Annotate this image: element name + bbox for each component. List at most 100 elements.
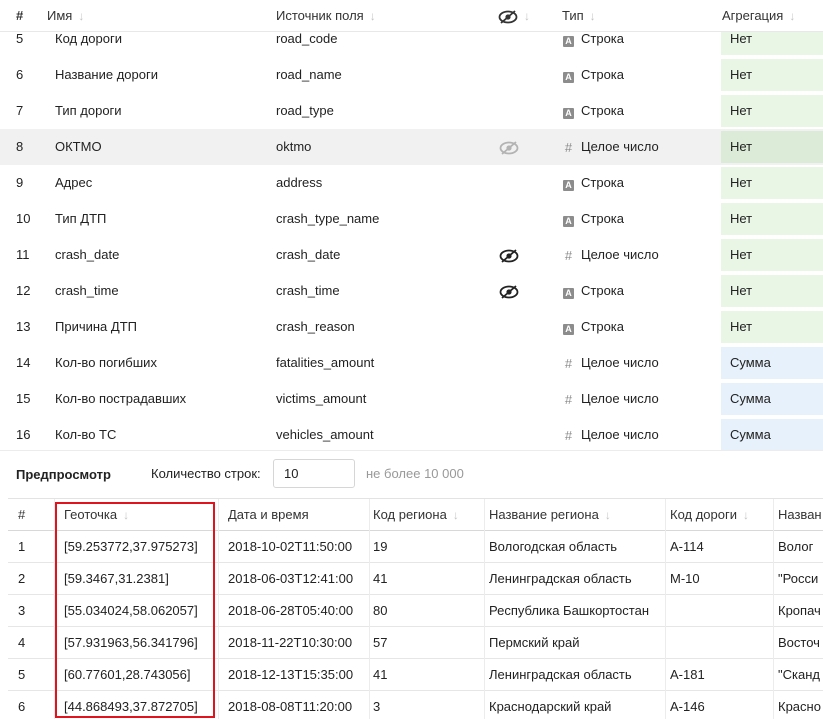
field-type[interactable]: A Строка	[563, 93, 713, 129]
preview-header-cell: #	[18, 499, 48, 531]
preview-cell: [44.868493,37.872705]	[64, 699, 198, 714]
field-aggregation-select[interactable]: Нет	[721, 59, 823, 91]
field-type[interactable]: # Целое число	[563, 129, 713, 165]
sort-arrow-icon: ↓	[123, 508, 130, 522]
preview-cell: 2018-12-13T15:35:00	[228, 667, 354, 682]
field-aggregation-select[interactable]: Сумма	[721, 419, 823, 450]
header-num: #	[16, 8, 24, 23]
field-aggregation-select[interactable]: Сумма	[721, 383, 823, 415]
preview-header-cell[interactable]: Геоточка ↓	[64, 499, 214, 531]
field-source: crash_time	[276, 283, 340, 298]
field-aggregation-select[interactable]: Нет	[721, 275, 823, 307]
integer-icon: #	[564, 392, 573, 407]
field-source: victims_amount	[276, 391, 367, 406]
field-type[interactable]: # Целое число	[563, 237, 713, 273]
field-name[interactable]: Тип ДТП	[55, 201, 265, 237]
field-visibility-toggle[interactable]	[499, 129, 521, 165]
header-type[interactable]: Тип ↓	[562, 0, 596, 32]
preview-header-cell: Дата и время	[228, 499, 368, 531]
field-visibility-toggle[interactable]	[499, 309, 521, 345]
column-divider	[484, 499, 485, 719]
field-type[interactable]: # Целое число	[563, 345, 713, 381]
field-type[interactable]: A Строка	[563, 57, 713, 93]
field-visibility-toggle[interactable]	[499, 93, 521, 129]
preview-cell: 2018-11-22T10:30:00	[228, 635, 353, 650]
integer-icon: #	[564, 248, 573, 263]
rows-count-input[interactable]	[273, 459, 355, 488]
field-row[interactable]: 16 Кол-во ТС vehicles_amount # Целое число Су…	[0, 417, 823, 450]
field-type-label: Целое число	[581, 355, 659, 370]
eye-crossed-icon	[499, 140, 519, 155]
eye-crossed-icon	[499, 284, 519, 299]
field-visibility-toggle[interactable]	[499, 201, 521, 237]
field-row[interactable]: 8 ОКТМО oktmo # Целое число Нет	[0, 129, 823, 165]
field-name[interactable]: Название дороги	[55, 57, 265, 93]
field-visibility-toggle[interactable]	[499, 165, 521, 201]
field-name[interactable]: Причина ДТП	[55, 309, 265, 345]
field-name[interactable]: crash_date	[55, 237, 265, 273]
field-type[interactable]: # Целое число	[563, 381, 713, 417]
field-type[interactable]: A Строка	[563, 309, 713, 345]
preview-header-cell[interactable]: Название региона ↓	[489, 499, 664, 531]
field-name[interactable]: Тип дороги	[55, 93, 265, 129]
field-visibility-toggle[interactable]	[499, 57, 521, 93]
field-name[interactable]: ОКТМО	[55, 129, 265, 165]
field-row[interactable]: 11 crash_date crash_date # Целое число Нет	[0, 237, 823, 273]
preview-header-label: Назван	[778, 507, 822, 522]
integer-icon: #	[564, 428, 573, 443]
field-type[interactable]: A Строка	[563, 273, 713, 309]
header-aggregation[interactable]: Агрегация ↓	[722, 0, 795, 32]
field-visibility-toggle[interactable]	[499, 273, 521, 309]
field-name[interactable]: Кол-во погибших	[55, 345, 265, 381]
preview-header-cell[interactable]: Код дороги ↓	[670, 499, 772, 531]
header-visibility[interactable]: ↓	[498, 0, 530, 32]
field-row-number: 7	[16, 103, 24, 118]
field-name[interactable]: crash_time	[55, 273, 265, 309]
field-type-label: Строка	[581, 31, 625, 46]
preview-cell: 6	[18, 699, 26, 714]
field-row[interactable]: 7 Тип дороги road_type A Строка Нет	[0, 93, 823, 129]
preview-header-cell[interactable]: Код региона ↓	[373, 499, 483, 531]
sort-arrow-icon: ↓	[743, 508, 749, 522]
field-row[interactable]: 6 Название дороги road_name A Строка Нет	[0, 57, 823, 93]
field-aggregation-select[interactable]: Нет	[721, 95, 823, 127]
preview-header-label: Дата и время	[228, 507, 309, 522]
sort-arrow-icon: ↓	[789, 9, 796, 23]
field-name[interactable]: Адрес	[55, 165, 265, 201]
preview-row: 3 [55.034024,58.062057] 2018-06-28T05:40:0…	[8, 595, 823, 627]
header-source[interactable]: Источник поля ↓	[276, 0, 376, 32]
field-type[interactable]: A Строка	[563, 165, 713, 201]
field-type-label: Строка	[581, 67, 625, 82]
field-row[interactable]: 13 Причина ДТП crash_reason A Строка Нет	[0, 309, 823, 345]
field-name[interactable]: Кол-во ТС	[55, 417, 265, 450]
preview-cell: Ленинградская область	[489, 571, 632, 586]
field-type[interactable]: # Целое число	[563, 417, 713, 450]
preview-cell: [59.253772,37.975273]	[64, 539, 198, 554]
field-aggregation-select[interactable]: Нет	[721, 131, 823, 163]
field-aggregation-select[interactable]: Сумма	[721, 347, 823, 379]
field-aggregation-select[interactable]: Нет	[721, 167, 823, 199]
preview-cell: Краснодарский край	[489, 699, 612, 714]
field-visibility-toggle[interactable]	[499, 237, 521, 273]
field-row[interactable]: 14 Кол-во погибших fatalities_amount # Целое…	[0, 345, 823, 381]
field-name[interactable]: Кол-во пострадавших	[55, 381, 265, 417]
field-visibility-toggle[interactable]	[499, 345, 521, 381]
header-name[interactable]: Имя ↓	[47, 0, 84, 32]
field-source: road_name	[276, 67, 342, 82]
field-visibility-toggle[interactable]	[499, 417, 521, 450]
field-row-number: 10	[16, 211, 31, 226]
field-row[interactable]: 10 Тип ДТП crash_type_name A Строка Нет	[0, 201, 823, 237]
field-aggregation-select[interactable]: Нет	[721, 239, 823, 271]
field-visibility-toggle[interactable]	[499, 381, 521, 417]
preview-cell: 5	[18, 667, 26, 682]
integer-icon: #	[564, 356, 573, 371]
field-row[interactable]: 15 Кол-во пострадавших victims_amount # Цело…	[0, 381, 823, 417]
field-type[interactable]: A Строка	[563, 201, 713, 237]
field-row[interactable]: 9 Адрес address A Строка Нет	[0, 165, 823, 201]
preview-cell: 3	[18, 603, 26, 618]
preview-cell: А-181	[670, 667, 705, 682]
field-row[interactable]: 12 crash_time crash_time A Строка Нет	[0, 273, 823, 309]
field-aggregation-select[interactable]: Нет	[721, 311, 823, 343]
field-source: oktmo	[276, 139, 312, 154]
field-aggregation-select[interactable]: Нет	[721, 203, 823, 235]
